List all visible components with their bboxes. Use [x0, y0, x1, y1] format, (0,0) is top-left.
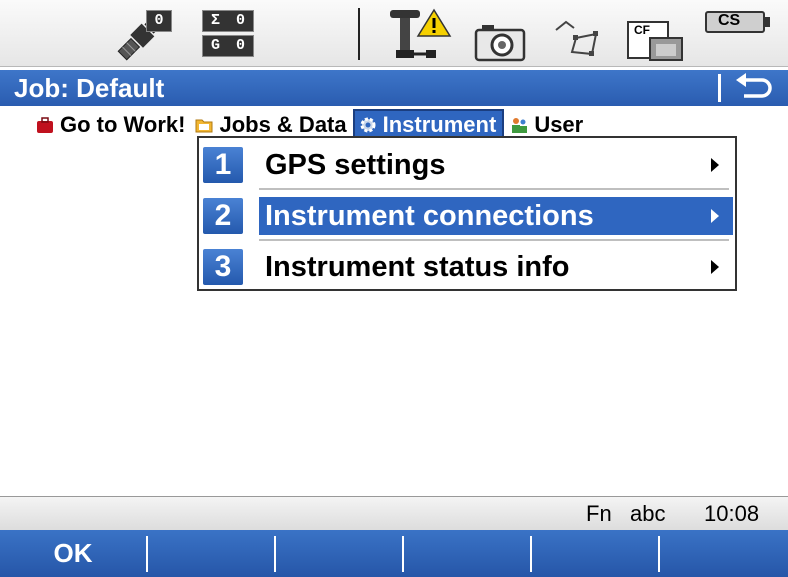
satellite-count: 0 [146, 10, 172, 32]
menu-item-number: 3 [203, 249, 243, 285]
cf-card-label: CF [634, 23, 650, 37]
tab-jobs-data[interactable]: Jobs & Data [193, 111, 348, 139]
menu-item-label: Instrument connections [259, 197, 733, 235]
gps-antenna-warning-icon[interactable] [388, 8, 452, 62]
gear-icon [360, 117, 376, 133]
tab-label: Jobs & Data [219, 112, 347, 137]
softkey-f3[interactable] [276, 530, 402, 577]
softkey-f2[interactable] [148, 530, 274, 577]
folder-icon [195, 119, 213, 133]
menu-item-instrument-connections[interactable]: 2 Instrument connections [203, 193, 733, 237]
menu-item-gps-settings[interactable]: 1 GPS settings [203, 142, 733, 186]
title-divider [718, 74, 721, 102]
instrument-submenu: 1 GPS settings 2 Instrument connections … [197, 136, 737, 291]
menu-item-label: Instrument status info [265, 251, 570, 283]
camera-icon[interactable] [472, 22, 528, 62]
status-divider [358, 8, 360, 60]
tab-go-to-work[interactable]: Go to Work! [34, 111, 187, 139]
menu-divider [259, 239, 729, 241]
g-value: 0 [235, 37, 245, 54]
linework-icon[interactable] [552, 16, 604, 58]
tab-label: Go to Work! [60, 112, 186, 137]
chevron-right-icon [711, 260, 719, 274]
softkey-bar: OK [0, 530, 788, 577]
briefcase-icon [37, 117, 53, 133]
softkey-f6[interactable] [660, 530, 788, 577]
menu-item-number: 1 [203, 147, 243, 183]
sigma-value: 0 [235, 12, 245, 29]
menu-divider [259, 188, 729, 190]
fn-indicator[interactable]: Fn [586, 501, 612, 527]
menu-item-label: GPS settings [265, 149, 446, 181]
chevron-right-icon [711, 158, 719, 172]
input-mode-indicator[interactable]: abc [630, 501, 665, 527]
sigma-label: Σ [210, 12, 220, 29]
cf-card-icon[interactable]: CF [626, 20, 686, 62]
title-bar: Job: Default [0, 70, 788, 106]
menu-item-instrument-status-info[interactable]: 3 Instrument status info [203, 244, 733, 288]
user-icon [512, 118, 528, 133]
g-label: G [210, 37, 220, 54]
chevron-right-icon [711, 209, 719, 223]
bottom-status-bar: Fn abc 10:08 [0, 496, 788, 531]
battery-icon[interactable]: CS [704, 10, 772, 34]
ok-button[interactable]: OK [0, 530, 146, 577]
menu-item-number: 2 [203, 198, 243, 234]
tab-user[interactable]: User [508, 111, 585, 139]
page-title: Job: Default [14, 73, 165, 103]
tab-label: Instrument [382, 112, 497, 137]
back-arrow-icon[interactable] [730, 72, 780, 104]
main-menu-tabs: Go to Work! Jobs & Data Instrument User [34, 109, 585, 141]
sigma-counter: Σ 0 [202, 10, 254, 32]
softkey-f4[interactable] [404, 530, 530, 577]
battery-label: CS [718, 12, 741, 29]
g-counter: G 0 [202, 35, 254, 57]
tab-label: User [534, 112, 584, 137]
clock: 10:08 [704, 501, 760, 526]
status-bar: 0 Σ 0 G 0 CF CS [0, 0, 788, 67]
softkey-f5[interactable] [532, 530, 658, 577]
